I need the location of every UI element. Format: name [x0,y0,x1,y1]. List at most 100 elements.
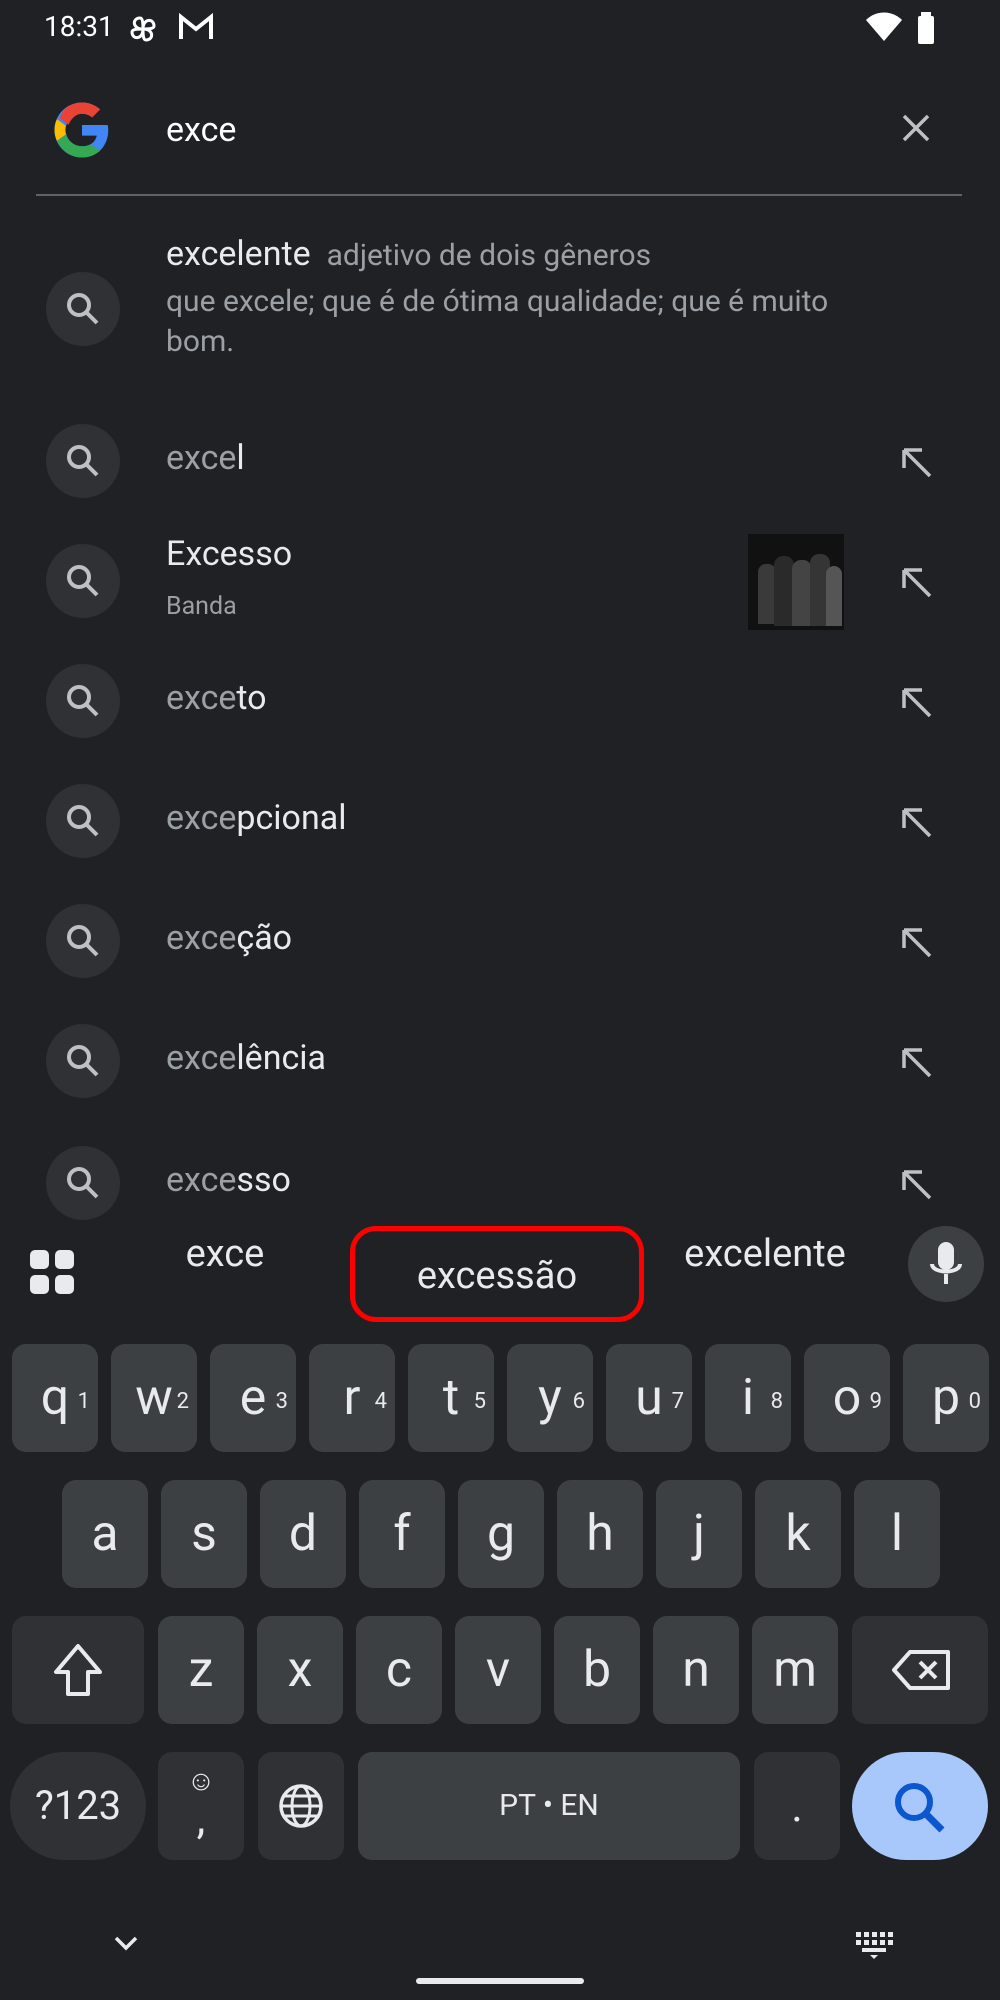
language-key[interactable] [258,1752,344,1860]
suggestion-text: excel [166,438,245,478]
key-k[interactable]: k [755,1480,841,1588]
suggestion-item[interactable]: excepcional [0,784,1000,858]
shift-key[interactable] [12,1616,144,1724]
key-z[interactable]: z [158,1616,244,1724]
search-bar[interactable]: exce [36,88,962,196]
key-d[interactable]: d [260,1480,346,1588]
fill-query-arrow-icon[interactable] [896,802,936,842]
candidate-word[interactable]: exce [150,1232,300,1276]
fill-query-arrow-icon[interactable] [896,1164,936,1204]
fill-query-arrow-icon[interactable] [896,1042,936,1082]
definition-suggestion[interactable]: excelente adjetivo de dois gêneros que e… [0,228,1000,368]
suggestion-text: exceto [166,678,267,718]
key-y[interactable]: y6 [507,1344,593,1452]
candidate-word-highlighted[interactable]: excessão [350,1226,644,1322]
symbols-key[interactable]: ?123 [10,1752,146,1860]
key-e[interactable]: e3 [210,1344,296,1452]
key-w[interactable]: w2 [111,1344,197,1452]
key-u[interactable]: u7 [606,1344,692,1452]
emoji-comma-key[interactable]: ☺ , [158,1752,244,1860]
key-l[interactable]: l [854,1480,940,1588]
key-hint: 1 [77,1389,90,1414]
suggestion-item[interactable]: excelência [0,1024,1000,1098]
search-icon [46,1146,120,1220]
key-r[interactable]: r4 [309,1344,395,1452]
suggestion-item[interactable]: excesso [0,1146,1000,1220]
suggestion-item[interactable]: excel [0,424,1000,498]
fill-query-arrow-icon[interactable] [896,682,936,722]
key-label: t [442,1369,460,1427]
search-key[interactable] [852,1752,988,1860]
band-thumbnail [748,534,844,630]
key-n[interactable]: n [653,1616,739,1724]
microphone-button[interactable] [908,1226,984,1302]
key-f[interactable]: f [359,1480,445,1588]
key-q[interactable]: q1 [12,1344,98,1452]
search-input[interactable]: exce [166,110,236,150]
key-v[interactable]: v [455,1616,541,1724]
search-icon [46,424,120,498]
home-gesture-bar[interactable] [416,1978,584,1984]
suggestion-text: excepcional [166,798,347,838]
status-time: 18:31 [44,10,114,43]
shift-icon [54,1644,102,1696]
key-hint: 0 [968,1389,981,1414]
hide-keyboard-chevron-icon[interactable] [108,1926,144,1962]
backspace-icon [892,1650,950,1690]
key-o[interactable]: o9 [804,1344,890,1452]
key-hint: 5 [473,1389,486,1414]
search-icon [46,784,120,858]
apps-grid-icon[interactable] [28,1248,76,1296]
key-j[interactable]: j [656,1480,742,1588]
suggestion-text: exceção [166,918,293,958]
search-icon [46,1024,120,1098]
definition-line-2: bom. [166,324,235,359]
key-label: e [239,1369,267,1427]
keyboard-switch-icon[interactable] [854,1928,894,1960]
key-x[interactable]: x [257,1616,343,1724]
google-logo-icon [54,102,109,158]
key-c[interactable]: c [356,1616,442,1724]
key-label: w [135,1369,173,1427]
key-label: i [741,1369,755,1427]
key-b[interactable]: b [554,1616,640,1724]
key-hint: 9 [869,1389,882,1414]
suggestion-item[interactable]: exceto [0,664,1000,738]
keyboard [0,1220,1000,2000]
key-label: u [635,1369,663,1427]
key-hint: 4 [374,1389,387,1414]
key-a[interactable]: a [62,1480,148,1588]
key-label: r [343,1369,361,1427]
key-label: o [832,1369,862,1427]
key-hint: 7 [671,1389,684,1414]
key-i[interactable]: i8 [705,1344,791,1452]
wifi-icon [866,12,902,46]
pinwheel-icon [126,12,160,50]
suggestion-text: excelência [166,1038,327,1078]
comma-label: , [196,1792,206,1844]
period-key[interactable]: . [754,1752,840,1860]
key-label: p [931,1369,961,1427]
entity-suggestion[interactable]: Excesso Banda [0,534,1000,634]
fill-query-arrow-icon[interactable] [896,922,936,962]
key-hint: 8 [770,1389,783,1414]
fill-query-arrow-icon[interactable] [896,442,936,482]
key-t[interactable]: t5 [408,1344,494,1452]
space-key[interactable]: PT • EN [358,1752,740,1860]
key-m[interactable]: m [752,1616,838,1724]
key-p[interactable]: p0 [903,1344,989,1452]
fill-query-arrow-icon[interactable] [896,562,936,602]
suggestion-item[interactable]: exceção [0,904,1000,978]
key-h[interactable]: h [557,1480,643,1588]
close-icon[interactable] [896,108,936,148]
key-g[interactable]: g [458,1480,544,1588]
key-hint: 2 [176,1389,189,1414]
key-hint: 3 [275,1389,288,1414]
candidate-word[interactable]: excelente [660,1232,870,1276]
key-s[interactable]: s [161,1480,247,1588]
gmail-icon [178,12,214,46]
key-label: q [40,1369,70,1427]
definition-pos: adjetivo de dois gêneros [326,238,652,273]
entity-title: Excesso [166,534,293,574]
backspace-key[interactable] [852,1616,988,1724]
